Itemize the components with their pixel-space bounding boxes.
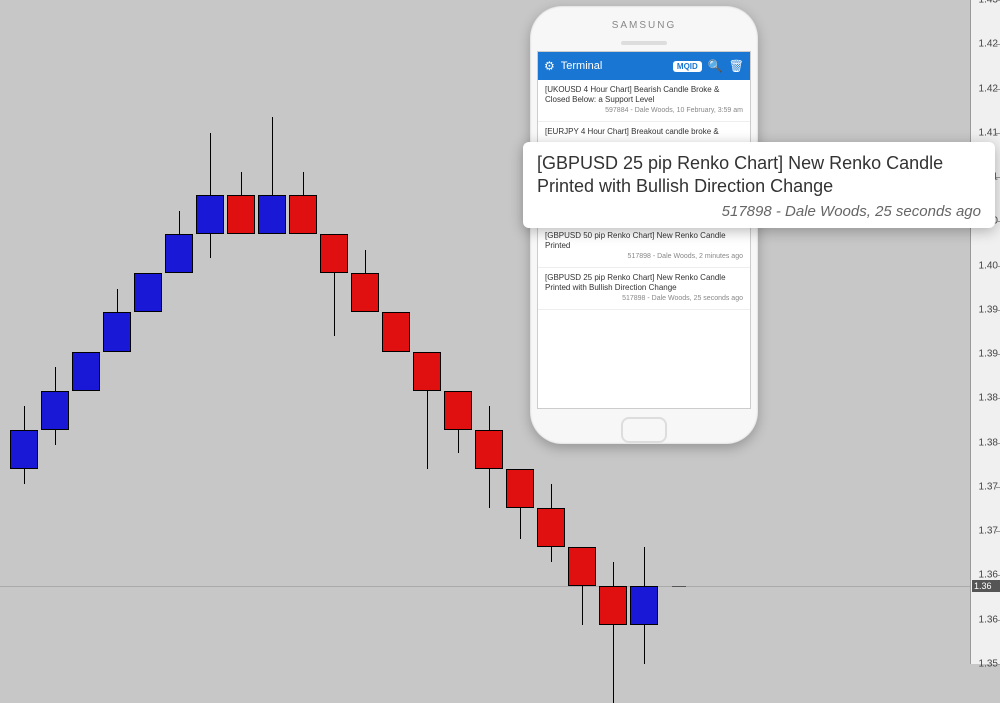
y-axis: 1.431.421.421.411.411.401.401.391.391.38… bbox=[970, 0, 1000, 664]
phone-home-button[interactable] bbox=[621, 417, 667, 443]
last-price-dash bbox=[672, 586, 686, 587]
notification-item[interactable]: [UKOUSD 4 Hour Chart] Bearish Candle Bro… bbox=[538, 80, 750, 122]
price-line bbox=[0, 586, 970, 587]
phone-app-header: ⚙ Terminal MQID 🔍 🗑 bbox=[538, 52, 750, 80]
phone-brand: SAMSUNG bbox=[536, 16, 752, 39]
search-icon[interactable]: 🔍 bbox=[708, 59, 723, 73]
notification-item[interactable]: [GBPUSD 25 pip Renko Chart] New Renko Ca… bbox=[538, 268, 750, 310]
phone-speaker bbox=[621, 41, 667, 45]
phone-screen: ⚙ Terminal MQID 🔍 🗑 [UKOUSD 4 Hour Chart… bbox=[537, 51, 751, 409]
callout-meta: 517898 - Dale Woods, 25 seconds ago bbox=[537, 203, 981, 220]
price-marker: 1.36 bbox=[972, 580, 1000, 592]
callout-title: [GBPUSD 25 pip Renko Chart] New Renko Ca… bbox=[537, 152, 981, 199]
notification-item[interactable]: [GBPUSD 50 pip Renko Chart] New Renko Ca… bbox=[538, 226, 750, 268]
app-badge: MQID bbox=[673, 61, 702, 72]
trash-icon[interactable]: 🗑 bbox=[729, 59, 744, 73]
chart-area[interactable] bbox=[0, 0, 970, 664]
notification-item[interactable]: [EURJPY 4 Hour Chart] Breakout candle br… bbox=[538, 122, 750, 143]
app-icon: ⚙ bbox=[544, 59, 555, 73]
app-title: Terminal bbox=[561, 60, 667, 72]
notification-callout: [GBPUSD 25 pip Renko Chart] New Renko Ca… bbox=[523, 142, 995, 228]
